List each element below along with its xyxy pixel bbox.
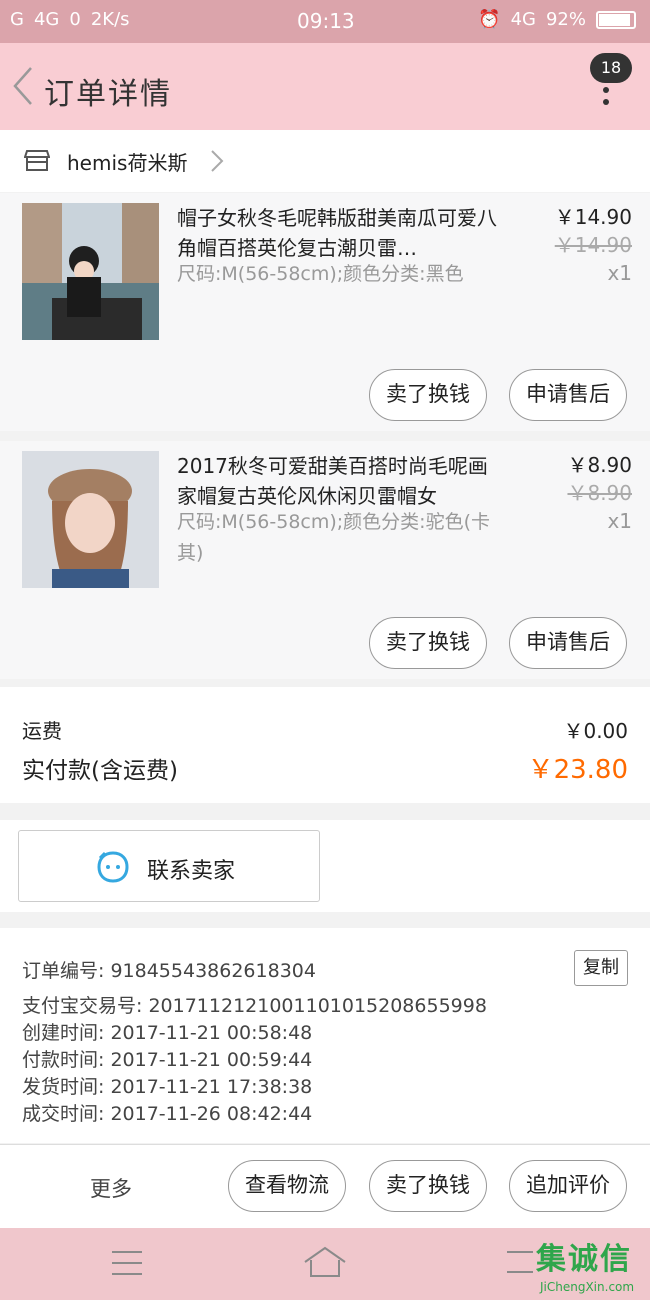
product-quantity: x1: [607, 261, 632, 285]
battery-percent: 92%: [545, 9, 586, 30]
closed-row: 成交时间: 2017-11-26 08:42:44: [22, 1099, 312, 1126]
status-zero: 0: [69, 9, 81, 30]
copy-button[interactable]: 复制: [574, 950, 628, 986]
original-price: ￥8.90: [567, 481, 632, 505]
net-speed: 2K/s: [90, 9, 130, 30]
watermark-sub: JiChengXin.com: [540, 1280, 635, 1294]
watermark-logo: 集诚信 JiChengXin.com: [532, 1234, 648, 1296]
chat-bubble-icon: [97, 851, 129, 883]
home-icon[interactable]: [303, 1246, 347, 1278]
status-left: G 4G 0 2K/s: [10, 9, 130, 30]
shipping-label: 运费: [22, 719, 62, 743]
created-time: 2017-11-21 00:58:48: [110, 1022, 313, 1044]
status-bar: G 4G 0 2K/s 09:13 ⏰ 4G 92%: [0, 0, 650, 43]
status-right: ⏰ 4G 92%: [478, 9, 636, 30]
battery-icon: [596, 10, 636, 29]
paid-row: 付款时间: 2017-11-21 00:59:44: [22, 1045, 312, 1072]
contact-seller-button[interactable]: 联系卖家: [18, 830, 320, 902]
signal-4g: 4G: [33, 9, 60, 30]
watermark-main: 集诚信: [536, 1242, 632, 1277]
shipping-value: ￥0.00: [563, 719, 628, 743]
sell-button[interactable]: 卖了换钱: [369, 617, 487, 669]
after-sale-button[interactable]: 申请售后: [509, 617, 627, 669]
back-button[interactable]: [8, 63, 38, 109]
totals-section: 运费 ￥0.00 实付款(含运费) ￥23.80: [0, 687, 650, 803]
product-sku: 尺码:M(56-58cm);颜色分类:驼色(卡其): [177, 511, 490, 564]
add-review-button[interactable]: 追加评价: [509, 1160, 627, 1212]
header: 订单详情 18: [0, 43, 650, 130]
product-thumbnail[interactable]: [22, 203, 159, 340]
more-menu-button[interactable]: 18: [586, 51, 632, 115]
status-time: 09:13: [297, 9, 355, 33]
product-quantity: x1: [607, 509, 632, 533]
store-icon: [24, 150, 50, 171]
chevron-right-icon: [211, 150, 224, 172]
alipay-label: 支付宝交易号:: [22, 995, 143, 1017]
system-nav-bar: 集诚信 JiChengXin.com: [0, 1228, 650, 1300]
back-nav-icon[interactable]: [505, 1246, 535, 1278]
menu-icon[interactable]: [111, 1250, 143, 1276]
alipay-row: 支付宝交易号: 2017112121001101015208655998: [22, 991, 487, 1018]
order-item[interactable]: 2017秋冬可爱甜美百搭时尚毛呢画家帽复古英伦风休闲贝雷帽女 尺码:M(56-5…: [0, 441, 650, 679]
paid-amount: ￥23.80: [527, 755, 628, 785]
product-thumbnail[interactable]: [22, 451, 159, 588]
closed-time: 2017-11-26 08:42:44: [110, 1103, 313, 1125]
created-label: 创建时间:: [22, 1022, 105, 1044]
bottom-action-bar: 更多 查看物流 卖了换钱 追加评价: [0, 1144, 650, 1228]
order-item[interactable]: 帽子女秋冬毛呢韩版甜美南瓜可爱八角帽百搭英伦复古潮贝雷… 尺码:M(56-58c…: [0, 193, 650, 431]
sell-button[interactable]: 卖了换钱: [369, 1160, 487, 1212]
shipped-label: 发货时间:: [22, 1076, 105, 1098]
paid-time-label: 付款时间:: [22, 1049, 105, 1071]
product-price: ￥8.90: [567, 453, 632, 477]
contact-seller-label: 联系卖家: [147, 859, 236, 884]
shipped-row: 发货时间: 2017-11-21 17:38:38: [22, 1072, 312, 1099]
alarm-icon: ⏰: [478, 9, 501, 30]
notification-badge: 18: [590, 53, 632, 83]
shop-name[interactable]: hemis荷米斯: [67, 147, 187, 176]
created-row: 创建时间: 2017-11-21 00:58:48: [22, 1018, 312, 1045]
more-dots-icon: [603, 87, 609, 111]
order-number: 918455438626183​04: [110, 960, 316, 982]
paid-label: 实付款(含运费): [22, 758, 178, 784]
product-price: ￥14.90: [554, 205, 632, 229]
product-sku: 尺码:M(56-58cm);颜色分类:黑色: [177, 263, 464, 285]
page-title: 订单详情: [44, 77, 172, 112]
product-title[interactable]: 帽子女秋冬毛呢韩版甜美南瓜可爱八角帽百搭英伦复古潮贝雷…: [177, 203, 497, 263]
closed-label: 成交时间:: [22, 1103, 105, 1125]
order-number-label: 订单编号:: [22, 960, 105, 982]
original-price: ￥14.90: [554, 233, 632, 257]
after-sale-button[interactable]: 申请售后: [509, 369, 627, 421]
network-4g: 4G: [510, 9, 536, 30]
order-info-section: 订单编号: 918455438626183​04 复制 支付宝交易号: 2017…: [0, 928, 650, 1143]
view-logistics-button[interactable]: 查看物流: [228, 1160, 346, 1212]
alipay-number: 2017112121001101015208655998: [148, 995, 487, 1017]
paid-time: 2017-11-21 00:59:44: [110, 1049, 313, 1071]
contact-section: 联系卖家: [0, 820, 650, 912]
chevron-left-icon: [13, 67, 32, 105]
order-number-row: 订单编号: 918455438626183​04: [22, 956, 316, 983]
price-column: ￥8.90 ￥8.90 x1: [567, 451, 632, 535]
price-column: ￥14.90 ￥14.90 x1: [555, 203, 632, 287]
more-link[interactable]: 更多: [90, 1173, 132, 1203]
product-title[interactable]: 2017秋冬可爱甜美百搭时尚毛呢画家帽复古英伦风休闲贝雷帽女: [177, 451, 497, 511]
shop-row[interactable]: hemis荷米斯: [0, 130, 650, 192]
signal-g: G: [10, 9, 24, 30]
sell-button[interactable]: 卖了换钱: [369, 369, 487, 421]
shipped-time: 2017-11-21 17:38:38: [110, 1076, 313, 1098]
